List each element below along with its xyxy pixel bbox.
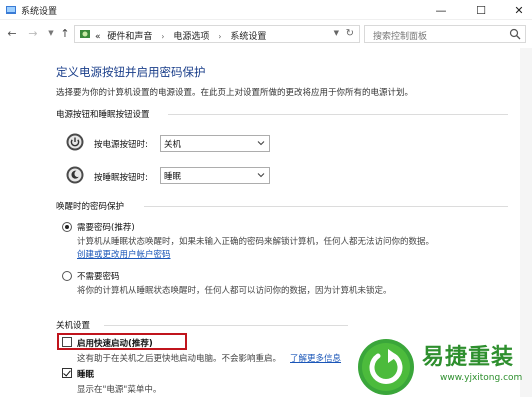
require-password-radio[interactable] bbox=[62, 222, 72, 232]
breadcrumb-prefix[interactable]: « bbox=[95, 32, 101, 42]
breadcrumb-power-options[interactable]: 电源选项 bbox=[173, 32, 209, 42]
no-password-label[interactable]: 不需要密码 bbox=[77, 270, 120, 282]
brand-name: 易捷重装 bbox=[422, 345, 515, 370]
address-bar[interactable]: « 硬件和声音 › 电源选项 › 系统设置 ▼ ↻ bbox=[74, 25, 360, 43]
watermark: 易捷重装 www.yjxitong.com bbox=[352, 335, 532, 397]
search-input[interactable]: 搜索控制面板 bbox=[364, 25, 526, 43]
sleep-description: 显示在"电源"菜单中。 bbox=[77, 385, 162, 395]
buttons-group-label: 电源按钮和睡眠按钮设置 bbox=[56, 110, 150, 120]
divider bbox=[144, 206, 508, 207]
window-title: 系统设置 bbox=[21, 7, 58, 17]
sleep-button-value: 睡眠 bbox=[164, 172, 182, 182]
recent-dropdown-icon[interactable]: ▼ bbox=[44, 26, 58, 40]
brand-url: www.yjxitong.com bbox=[440, 373, 523, 383]
divider bbox=[168, 114, 508, 115]
fast-startup-label[interactable]: 启用快速启动(推荐) bbox=[77, 337, 153, 349]
shutdown-group-label: 关机设置 bbox=[56, 321, 91, 331]
up-arrow-icon[interactable]: ↑ bbox=[58, 26, 72, 40]
forward-arrow-icon[interactable]: → bbox=[26, 26, 40, 40]
divider bbox=[104, 325, 348, 326]
power-button-icon bbox=[66, 133, 84, 151]
title-bar: 系统设置 — ☐ ✕ bbox=[0, 0, 532, 20]
page-title: 定义电源按钮并启用密码保护 bbox=[56, 65, 206, 79]
power-button-value: 关机 bbox=[164, 140, 182, 150]
search-placeholder: 搜索控制面板 bbox=[373, 32, 428, 42]
close-button[interactable]: ✕ bbox=[506, 0, 532, 20]
power-button-label: 按电源按钮时: bbox=[94, 140, 148, 150]
change-password-link[interactable]: 创建或更改用户帐户密码 bbox=[77, 248, 171, 260]
breadcrumb: « 硬件和声音 › 电源选项 › 系统设置 bbox=[95, 29, 266, 42]
wake-group-label: 唤醒时的密码保护 bbox=[56, 202, 125, 212]
refresh-icon[interactable]: ↻ bbox=[346, 28, 354, 39]
fast-startup-checkbox[interactable] bbox=[62, 337, 72, 347]
sleep-checkbox[interactable] bbox=[62, 368, 72, 378]
control-panel-icon bbox=[80, 30, 90, 38]
no-password-radio[interactable] bbox=[62, 271, 72, 281]
require-password-description: 计算机从睡眠状态唤醒时，如果未输入正确的密码来解锁计算机，任何人都无法访问你的数… bbox=[77, 237, 435, 247]
sleep-button-label: 按睡眠按钮时: bbox=[94, 173, 148, 183]
fast-startup-description: 这有助于在关机之后更快地启动电脑。不会影响重启。 bbox=[77, 354, 282, 364]
chevron-down-icon[interactable]: ▼ bbox=[334, 29, 339, 37]
page-description: 选择要为你的计算机设置的电源设置。在此页上对设置所做的更改将应用于你所有的电源计… bbox=[56, 88, 414, 98]
search-icon[interactable] bbox=[509, 28, 521, 40]
chevron-right-icon: › bbox=[161, 32, 165, 41]
chevron-down-icon bbox=[257, 173, 265, 178]
no-password-description: 将你的计算机从睡眠状态唤醒时，任何人都可以访问你的数据，因为计算机未锁定。 bbox=[77, 286, 392, 296]
sleep-button-select[interactable]: 睡眠 bbox=[160, 167, 270, 184]
navigation-bar: ← → ▼ ↑ « 硬件和声音 › 电源选项 › 系统设置 ▼ ↻ 搜索控制面板 bbox=[0, 22, 532, 46]
chevron-down-icon bbox=[257, 141, 265, 146]
back-arrow-icon[interactable]: ← bbox=[5, 26, 19, 40]
maximize-button[interactable]: ☐ bbox=[468, 0, 494, 20]
chevron-right-icon: › bbox=[218, 32, 222, 41]
brand-logo-icon bbox=[358, 339, 414, 395]
minimize-button[interactable]: — bbox=[428, 0, 454, 20]
learn-more-link[interactable]: 了解更多信息 bbox=[290, 352, 341, 364]
sleep-button-icon bbox=[66, 166, 84, 184]
power-button-select[interactable]: 关机 bbox=[160, 135, 270, 152]
breadcrumb-system-settings[interactable]: 系统设置 bbox=[230, 32, 266, 42]
require-password-label[interactable]: 需要密码(推荐) bbox=[77, 221, 135, 233]
control-panel-icon bbox=[6, 6, 16, 14]
breadcrumb-hardware-sound[interactable]: 硬件和声音 bbox=[107, 32, 152, 42]
sleep-checkbox-label[interactable]: 睡眠 bbox=[77, 368, 94, 380]
